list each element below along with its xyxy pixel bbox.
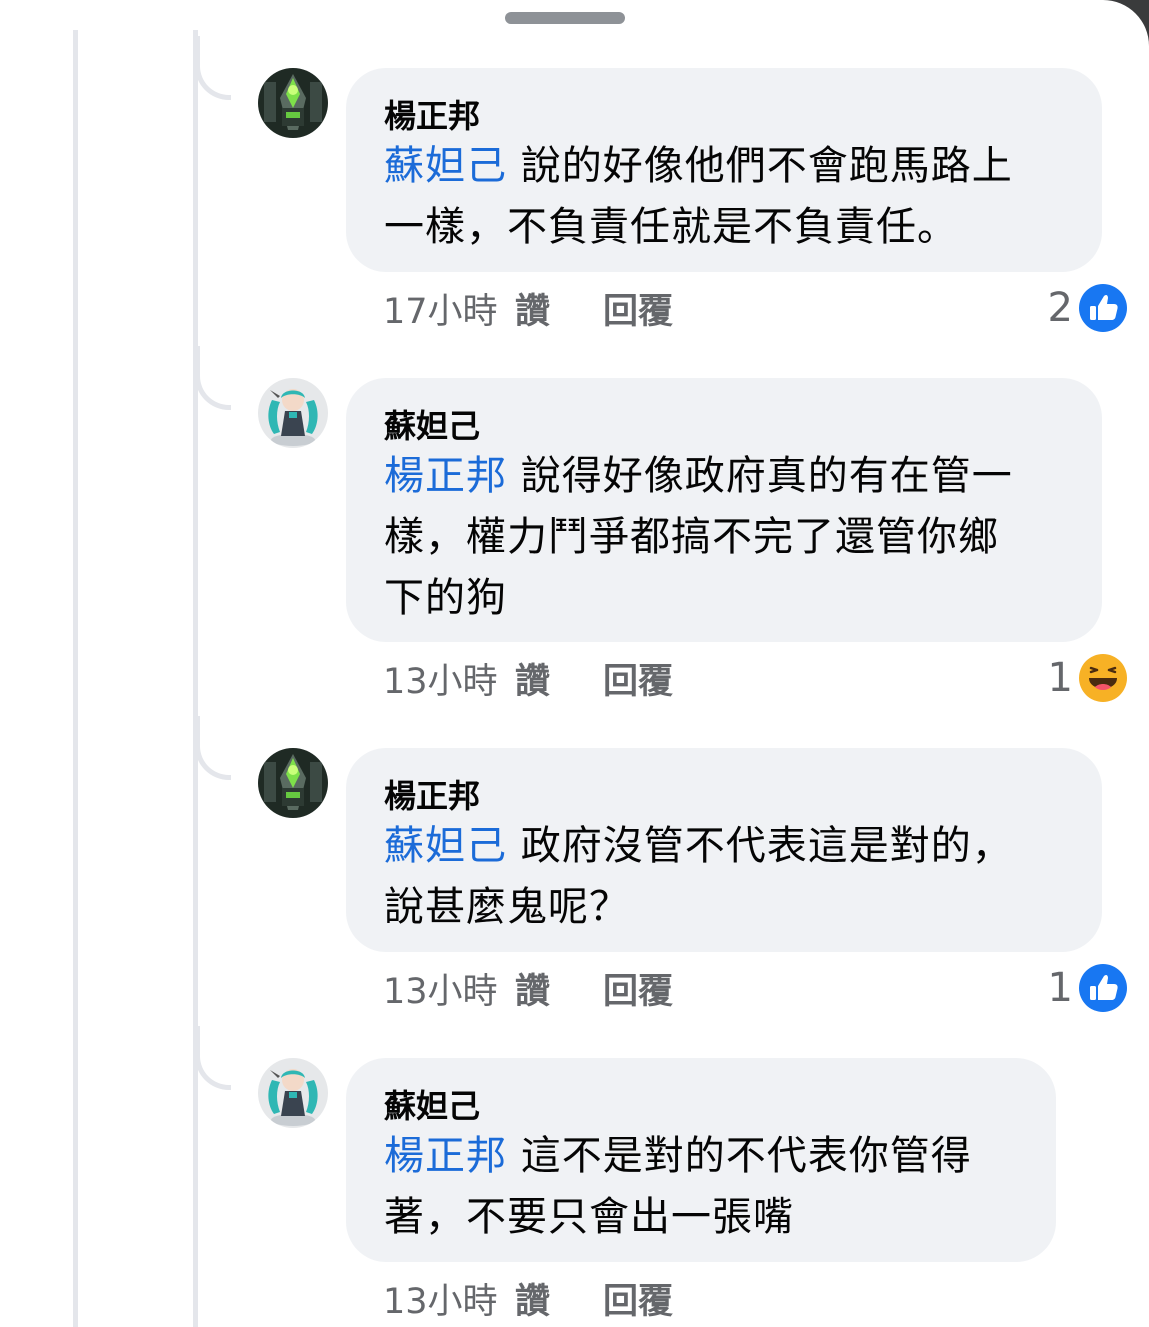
comment-meta: 13小時讚回覆 (383, 970, 673, 1014)
reply-button[interactable]: 回覆 (603, 970, 673, 1014)
reaction-count: 2 (1047, 285, 1073, 331)
comment-text: 楊正邦 這不是對的不代表你管得著，不要只會出一張嘴 (384, 1126, 1020, 1248)
reply-button[interactable]: 回覆 (603, 1280, 673, 1324)
like-button[interactable]: 讚 (515, 970, 603, 1014)
comment-meta: 17小時讚回覆 (383, 290, 673, 334)
avatar[interactable] (258, 748, 328, 818)
comment-text-line: 一樣，不負責任就是不負責任。 (384, 204, 958, 250)
comment-text-line: 下的狗 (384, 575, 507, 621)
comment-author[interactable]: 蘇妲己 (384, 1086, 1020, 1126)
comment-text-line: 著，不要只會出一張嘴 (384, 1194, 794, 1240)
comment-author[interactable]: 蘇妲己 (384, 406, 1066, 446)
comment-author[interactable]: 楊正邦 (384, 96, 1066, 136)
like-button[interactable]: 讚 (515, 660, 603, 704)
reaction-count: 1 (1047, 655, 1073, 701)
thread-line (193, 30, 198, 1327)
comment-timestamp[interactable]: 13小時 (383, 660, 515, 704)
comment-text: 蘇妲己 說的好像他們不會跑馬路上一樣，不負責任就是不負責任。 (384, 136, 1066, 258)
mention-link[interactable]: 楊正邦 (384, 453, 507, 499)
drag-handle[interactable] (505, 12, 625, 24)
reaction-summary[interactable]: 2 (1048, 283, 1127, 333)
like-icon (1079, 284, 1127, 332)
comment-text-line: 這不是對的不代表你管得 (507, 1133, 972, 1179)
haha-icon (1079, 654, 1127, 702)
avatar[interactable] (258, 378, 328, 448)
thread-line (73, 30, 78, 1327)
comment-bubble: 蘇妲己 楊正邦 這不是對的不代表你管得著，不要只會出一張嘴 (346, 1058, 1056, 1262)
comment-timestamp[interactable]: 13小時 (383, 1280, 515, 1324)
reaction-count: 1 (1047, 965, 1073, 1011)
avatar[interactable] (258, 68, 328, 138)
comment-meta: 13小時讚回覆 (383, 1280, 673, 1324)
reply-button[interactable]: 回覆 (603, 660, 673, 704)
reaction-summary[interactable]: 1 (1048, 653, 1127, 703)
comment-meta: 13小時讚回覆 (383, 660, 673, 704)
comment-sheet: 楊正邦 蘇妲己 說的好像他們不會跑馬路上 一樣，不負責任就是不負責任。 17小時讚… (0, 0, 1149, 1327)
reaction-summary[interactable]: 1 (1048, 963, 1127, 1013)
mention-link[interactable]: 楊正邦 (384, 1133, 507, 1179)
reply-connector (195, 346, 231, 410)
like-icon (1079, 964, 1127, 1012)
comment-text: 蘇妲己 政府沒管不代表這是對的， 說甚麼鬼呢？ (384, 816, 1066, 938)
comment-bubble: 蘇妲己 楊正邦 說得好像政府真的有在管一樣，權力鬥爭都搞不完了還管你鄉 下的狗 (346, 378, 1102, 642)
comment-text-line: 說甚麼鬼呢？ (384, 884, 630, 930)
reply-button[interactable]: 回覆 (603, 290, 673, 334)
comment-bubble: 楊正邦 蘇妲己 政府沒管不代表這是對的， 說甚麼鬼呢？ (346, 748, 1102, 952)
comment-bubble: 楊正邦 蘇妲己 說的好像他們不會跑馬路上一樣，不負責任就是不負責任。 (346, 68, 1102, 272)
comment-text-line: 說的好像他們不會跑馬路上 (507, 143, 1013, 189)
comment-text-line: 政府沒管不代表這是對的， (507, 823, 1013, 869)
reply-connector (195, 36, 231, 100)
avatar[interactable] (258, 1058, 328, 1128)
comment-text-line: 樣，權力鬥爭都搞不完了還管你鄉 (384, 514, 999, 560)
comment-author[interactable]: 楊正邦 (384, 776, 1066, 816)
comment-text: 楊正邦 說得好像政府真的有在管一樣，權力鬥爭都搞不完了還管你鄉 下的狗 (384, 446, 1066, 629)
mention-link[interactable]: 蘇妲己 (384, 823, 507, 869)
reply-connector (195, 1026, 231, 1090)
like-button[interactable]: 讚 (515, 290, 603, 334)
comment-timestamp[interactable]: 13小時 (383, 970, 515, 1014)
mention-link[interactable]: 蘇妲己 (384, 143, 507, 189)
comment-timestamp[interactable]: 17小時 (383, 290, 515, 334)
like-button[interactable]: 讚 (515, 1280, 603, 1324)
comment-text-line: 說得好像政府真的有在管一 (507, 453, 1013, 499)
reply-connector (195, 716, 231, 780)
